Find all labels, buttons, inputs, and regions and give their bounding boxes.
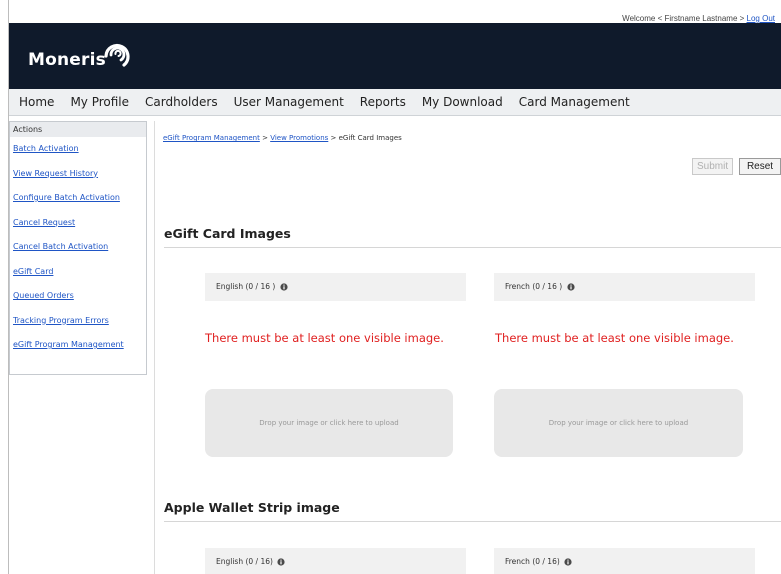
info-icon[interactable] bbox=[280, 283, 288, 291]
nav-cardholders[interactable]: Cardholders bbox=[145, 95, 218, 109]
sidebar-item-cancel-request[interactable]: Cancel Request bbox=[10, 211, 146, 236]
breadcrumb-view-promotions[interactable]: View Promotions bbox=[270, 134, 328, 142]
brand-name: Moneris bbox=[28, 50, 106, 70]
info-icon[interactable] bbox=[564, 558, 572, 566]
egift-french-header[interactable]: French (0 / 16 ) bbox=[494, 273, 755, 301]
content-divider bbox=[154, 121, 155, 574]
breadcrumb-separator: > bbox=[259, 134, 271, 142]
sidebar-item-cancel-batch-activation[interactable]: Cancel Batch Activation bbox=[10, 235, 146, 260]
main-nav: Home My Profile Cardholders User Managem… bbox=[9, 89, 781, 116]
sidebar-item-tracking-program-errors[interactable]: Tracking Program Errors bbox=[10, 309, 146, 334]
breadcrumb-current: eGift Card Images bbox=[338, 134, 402, 142]
nav-user-management[interactable]: User Management bbox=[234, 95, 344, 109]
reset-button[interactable]: Reset bbox=[739, 158, 781, 175]
brand-header: Moneris bbox=[9, 23, 781, 89]
wallet-english-header[interactable]: English (0 / 16) bbox=[205, 548, 466, 574]
sidebar-heading: Actions bbox=[10, 122, 146, 137]
apple-wallet-title: Apple Wallet Strip image bbox=[164, 500, 340, 515]
breadcrumb-egift-program-management[interactable]: eGift Program Management bbox=[163, 134, 260, 142]
breadcrumb-separator: > bbox=[328, 134, 339, 142]
moneris-swirl-icon bbox=[104, 43, 130, 67]
section-divider bbox=[164, 521, 781, 522]
egift-english-error: There must be at least one visible image… bbox=[205, 331, 444, 345]
logout-link[interactable]: Log Out bbox=[747, 14, 775, 23]
egift-english-label: English (0 / 16 ) bbox=[216, 282, 276, 291]
actions-sidebar: Actions Batch Activation View Request Hi… bbox=[9, 121, 147, 375]
section-divider bbox=[164, 247, 781, 248]
info-icon[interactable] bbox=[277, 558, 285, 566]
sidebar-item-egift-program-management[interactable]: eGift Program Management bbox=[10, 333, 146, 358]
nav-my-download[interactable]: My Download bbox=[422, 95, 503, 109]
info-icon[interactable] bbox=[566, 283, 575, 291]
wallet-english-label: English (0 / 16) bbox=[216, 557, 273, 566]
nav-home[interactable]: Home bbox=[19, 95, 54, 109]
egift-images-title: eGift Card Images bbox=[164, 226, 291, 241]
welcome-text: Welcome < Firstname Lastname > bbox=[622, 14, 747, 23]
submit-button[interactable]: Submit bbox=[692, 158, 734, 175]
sidebar-item-queued-orders[interactable]: Queued Orders bbox=[10, 284, 146, 309]
nav-my-profile[interactable]: My Profile bbox=[70, 95, 129, 109]
egift-english-dropzone[interactable]: Drop your image or click here to upload bbox=[205, 389, 453, 457]
sidebar-item-view-request-history[interactable]: View Request History bbox=[10, 162, 146, 187]
egift-french-label: French (0 / 16 ) bbox=[505, 282, 563, 291]
nav-reports[interactable]: Reports bbox=[360, 95, 406, 109]
welcome-bar: Welcome < Firstname Lastname > Log Out bbox=[622, 14, 775, 23]
nav-card-management[interactable]: Card Management bbox=[519, 95, 630, 109]
egift-french-error: There must be at least one visible image… bbox=[495, 331, 734, 345]
breadcrumb: eGift Program Management > View Promotio… bbox=[163, 134, 402, 142]
sidebar-item-configure-batch-activation[interactable]: Configure Batch Activation bbox=[10, 186, 146, 211]
sidebar-item-batch-activation[interactable]: Batch Activation bbox=[10, 137, 146, 162]
egift-english-header[interactable]: English (0 / 16 ) bbox=[205, 273, 466, 301]
wallet-french-label: French (0 / 16) bbox=[505, 557, 560, 566]
sidebar-item-egift-card[interactable]: eGift Card bbox=[10, 260, 146, 285]
egift-french-dropzone[interactable]: Drop your image or click here to upload bbox=[494, 389, 743, 457]
wallet-french-header[interactable]: French (0 / 16) bbox=[494, 548, 755, 574]
